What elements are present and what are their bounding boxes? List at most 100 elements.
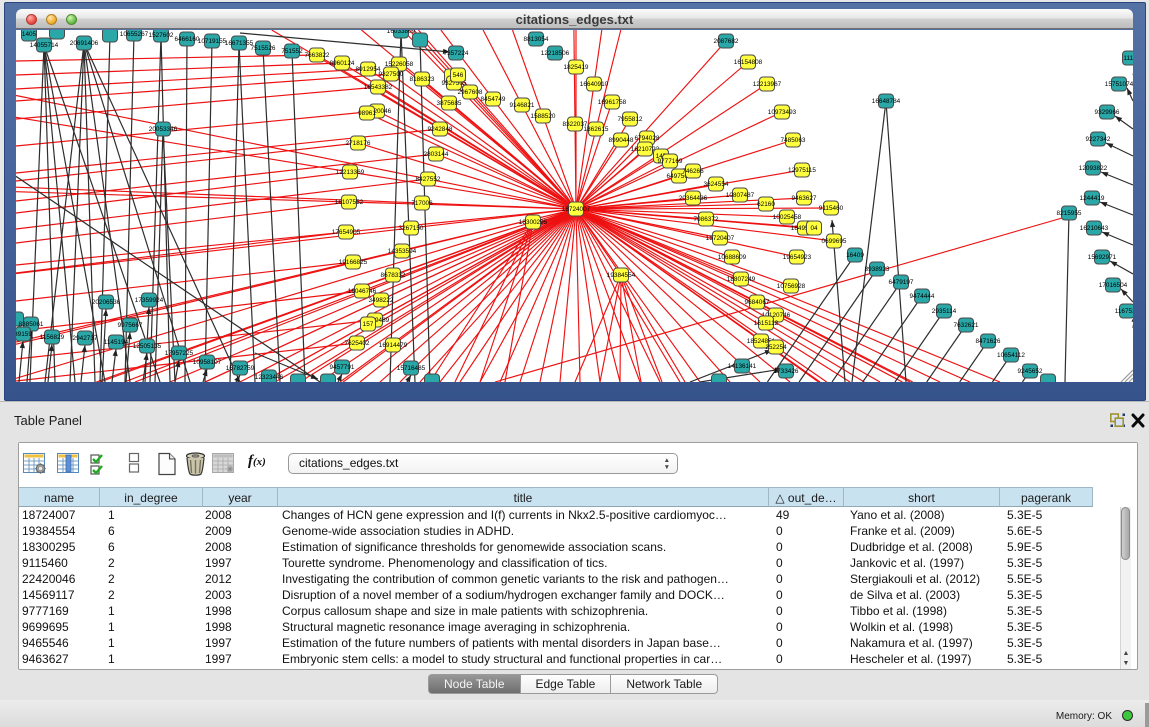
svg-text:3875685: 3875685 bbox=[437, 100, 462, 107]
svg-text:7632621: 7632621 bbox=[954, 322, 979, 329]
svg-text:16914479: 16914479 bbox=[379, 342, 408, 349]
svg-text:9227342: 9227342 bbox=[1086, 136, 1111, 143]
svg-text:8215955: 8215955 bbox=[1057, 210, 1082, 217]
svg-text:7955812: 7955812 bbox=[618, 116, 643, 123]
svg-text:9474444: 9474444 bbox=[910, 293, 935, 300]
svg-text:20206536: 20206536 bbox=[92, 299, 121, 306]
svg-text:1588520: 1588520 bbox=[531, 113, 556, 120]
svg-text:7357224: 7357224 bbox=[444, 50, 469, 57]
svg-text:9457791: 9457791 bbox=[330, 364, 355, 371]
svg-text:15716485: 15716485 bbox=[397, 365, 426, 372]
svg-text:14136141: 14136141 bbox=[728, 363, 757, 370]
svg-text:9327500: 9327500 bbox=[379, 71, 404, 78]
svg-text:8454749: 8454749 bbox=[481, 96, 506, 103]
svg-text:10807487: 10807487 bbox=[726, 192, 755, 199]
svg-text:1405: 1405 bbox=[22, 31, 37, 38]
svg-text:1156829: 1156829 bbox=[40, 334, 65, 341]
svg-text:17654905: 17654905 bbox=[332, 229, 361, 236]
svg-text:7515526: 7515526 bbox=[251, 45, 276, 52]
svg-text:12093822: 12093822 bbox=[1079, 165, 1108, 172]
svg-text:17957225: 17957225 bbox=[165, 350, 194, 357]
svg-text:751552: 751552 bbox=[281, 48, 303, 55]
svg-text:2803144: 2803144 bbox=[424, 151, 449, 158]
svg-text:8813054: 8813054 bbox=[524, 36, 549, 43]
svg-text:8186323: 8186323 bbox=[410, 76, 435, 83]
svg-text:1825419: 1825419 bbox=[564, 64, 589, 71]
svg-text:1145194: 1145194 bbox=[104, 339, 129, 346]
svg-text:1527602: 1527602 bbox=[149, 32, 174, 39]
svg-text:157: 157 bbox=[363, 321, 374, 328]
svg-text:12505135: 12505135 bbox=[133, 343, 162, 350]
svg-text:8938923: 8938923 bbox=[865, 266, 890, 273]
svg-text:20364436: 20364436 bbox=[679, 195, 708, 202]
svg-text:14055714: 14055714 bbox=[30, 42, 59, 49]
svg-text:04: 04 bbox=[810, 225, 818, 232]
svg-text:12218506: 12218506 bbox=[541, 50, 570, 57]
svg-text:16961758: 16961758 bbox=[598, 99, 627, 106]
svg-text:9115460: 9115460 bbox=[819, 205, 844, 212]
svg-text:10958107: 10958107 bbox=[193, 359, 222, 366]
svg-text:16671355: 16671355 bbox=[225, 40, 254, 47]
svg-text:98961: 98961 bbox=[358, 110, 376, 117]
svg-text:16782759: 16782759 bbox=[226, 365, 255, 372]
svg-text:2967608: 2967608 bbox=[458, 89, 483, 96]
svg-text:8427552: 8427552 bbox=[416, 176, 441, 183]
svg-text:1112: 1112 bbox=[1123, 55, 1133, 62]
svg-text:19166825: 19166825 bbox=[339, 259, 368, 266]
svg-text:16154808: 16154808 bbox=[734, 59, 763, 66]
svg-text:9777169: 9777169 bbox=[658, 158, 683, 165]
svg-text:8678332: 8678332 bbox=[381, 272, 406, 279]
svg-text:16543382: 16543382 bbox=[364, 84, 393, 91]
svg-text:12213967: 12213967 bbox=[753, 81, 782, 88]
svg-text:16409: 16409 bbox=[846, 252, 864, 259]
svg-text:2935114: 2935114 bbox=[932, 308, 957, 315]
svg-text:8960124: 8960124 bbox=[330, 60, 355, 67]
svg-text:10025458: 10025458 bbox=[773, 214, 802, 221]
svg-text:10719155: 10719155 bbox=[198, 38, 227, 45]
svg-text:6794028: 6794028 bbox=[635, 135, 660, 142]
svg-text:8912954: 8912954 bbox=[356, 66, 381, 73]
svg-text:252254: 252254 bbox=[765, 344, 787, 351]
svg-text:1733426: 1733426 bbox=[774, 368, 799, 375]
svg-text:7485063: 7485063 bbox=[781, 137, 806, 144]
svg-text:12975115: 12975115 bbox=[788, 167, 816, 174]
svg-text:7663822: 7663822 bbox=[305, 52, 330, 59]
svg-text:7986372: 7986372 bbox=[694, 216, 719, 223]
svg-text:15751074: 15751074 bbox=[1105, 81, 1133, 88]
svg-text:8990448: 8990448 bbox=[609, 137, 634, 144]
svg-text:18300295: 18300295 bbox=[519, 219, 548, 226]
svg-text:10655267: 10655267 bbox=[120, 31, 149, 38]
svg-text:9245652: 9245652 bbox=[1018, 368, 1043, 375]
svg-text:10973493: 10973493 bbox=[768, 109, 797, 116]
svg-text:0699695: 0699695 bbox=[822, 238, 847, 245]
svg-text:16640910: 16640910 bbox=[580, 81, 609, 88]
svg-text:1362615: 1362615 bbox=[584, 126, 609, 133]
svg-text:16033809: 16033809 bbox=[387, 30, 416, 35]
svg-text:10688609: 10688609 bbox=[718, 254, 747, 261]
svg-text:19654923: 19654923 bbox=[783, 254, 812, 261]
svg-text:19384554: 19384554 bbox=[607, 272, 636, 279]
svg-text:717006: 717006 bbox=[411, 200, 433, 207]
svg-text:16648784: 16648784 bbox=[872, 98, 901, 105]
svg-text:9146821: 9146821 bbox=[510, 102, 535, 109]
svg-text:14353594: 14353594 bbox=[388, 248, 417, 255]
svg-text:746266: 746266 bbox=[682, 168, 704, 175]
svg-text:9684067: 9684067 bbox=[745, 299, 770, 306]
svg-text:6479197: 6479197 bbox=[889, 279, 914, 286]
svg-text:16107552: 16107552 bbox=[335, 199, 364, 206]
svg-text:20053346: 20053346 bbox=[149, 126, 178, 133]
svg-text:9975667: 9975667 bbox=[118, 322, 143, 329]
svg-text:2718176: 2718176 bbox=[346, 140, 371, 147]
svg-text:12323446: 12323446 bbox=[255, 374, 284, 381]
svg-text:10654112: 10654112 bbox=[997, 352, 1025, 359]
svg-text:3267150: 3267150 bbox=[399, 225, 424, 232]
svg-text:1167533: 1167533 bbox=[1115, 308, 1133, 315]
svg-text:16046746: 16046746 bbox=[348, 288, 377, 295]
svg-text:1615112: 1615112 bbox=[754, 320, 779, 327]
svg-text:1244419: 1244419 bbox=[1080, 195, 1105, 202]
svg-text:15720407: 15720407 bbox=[706, 235, 735, 242]
svg-text:9329966: 9329966 bbox=[1095, 109, 1120, 116]
svg-text:17016504: 17016504 bbox=[1099, 282, 1128, 289]
svg-text:9463627: 9463627 bbox=[792, 195, 817, 202]
svg-text:546: 546 bbox=[453, 72, 464, 79]
